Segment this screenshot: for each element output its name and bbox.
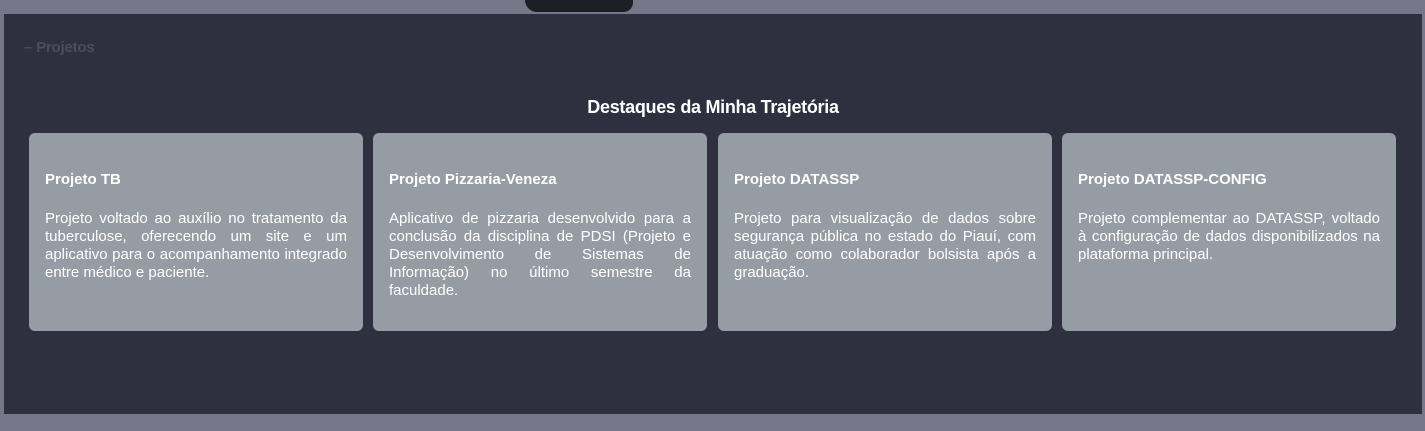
bottom-section-edge (0, 414, 1425, 431)
project-card-datassp-config[interactable]: Projeto DATASSP-CONFIG Projeto complemen… (1062, 133, 1396, 331)
section-label: – Projetos (24, 39, 95, 56)
project-title: Projeto TB (45, 171, 121, 188)
project-description: Projeto voltado ao auxílio no tratamento… (45, 210, 347, 281)
project-title: Projeto DATASSP-CONFIG (1078, 171, 1267, 188)
project-description: Aplicativo de pizzaria desenvolvido para… (389, 210, 691, 299)
project-card-tb[interactable]: Projeto TB Projeto voltado ao auxílio no… (29, 133, 363, 331)
top-section-edge (0, 0, 1425, 14)
project-card-datassp[interactable]: Projeto DATASSP Projeto para visualizaçã… (718, 133, 1052, 331)
project-title: Projeto Pizzaria-Veneza (389, 171, 557, 188)
project-description: Projeto complementar ao DATASSP, voltado… (1078, 210, 1380, 263)
profile-photo-fragment (525, 0, 633, 12)
project-title: Projeto DATASSP (734, 171, 860, 188)
project-cards: Projeto TB Projeto voltado ao auxílio no… (29, 133, 1397, 331)
section-title: Destaques da Minha Trajetória (587, 96, 839, 117)
projects-section: – Projetos Destaques da Minha Trajetória… (4, 14, 1422, 414)
project-description: Projeto para visualização de dados sobre… (734, 210, 1036, 281)
project-card-pizzaria-veneza[interactable]: Projeto Pizzaria-Veneza Aplicativo de pi… (373, 133, 707, 331)
